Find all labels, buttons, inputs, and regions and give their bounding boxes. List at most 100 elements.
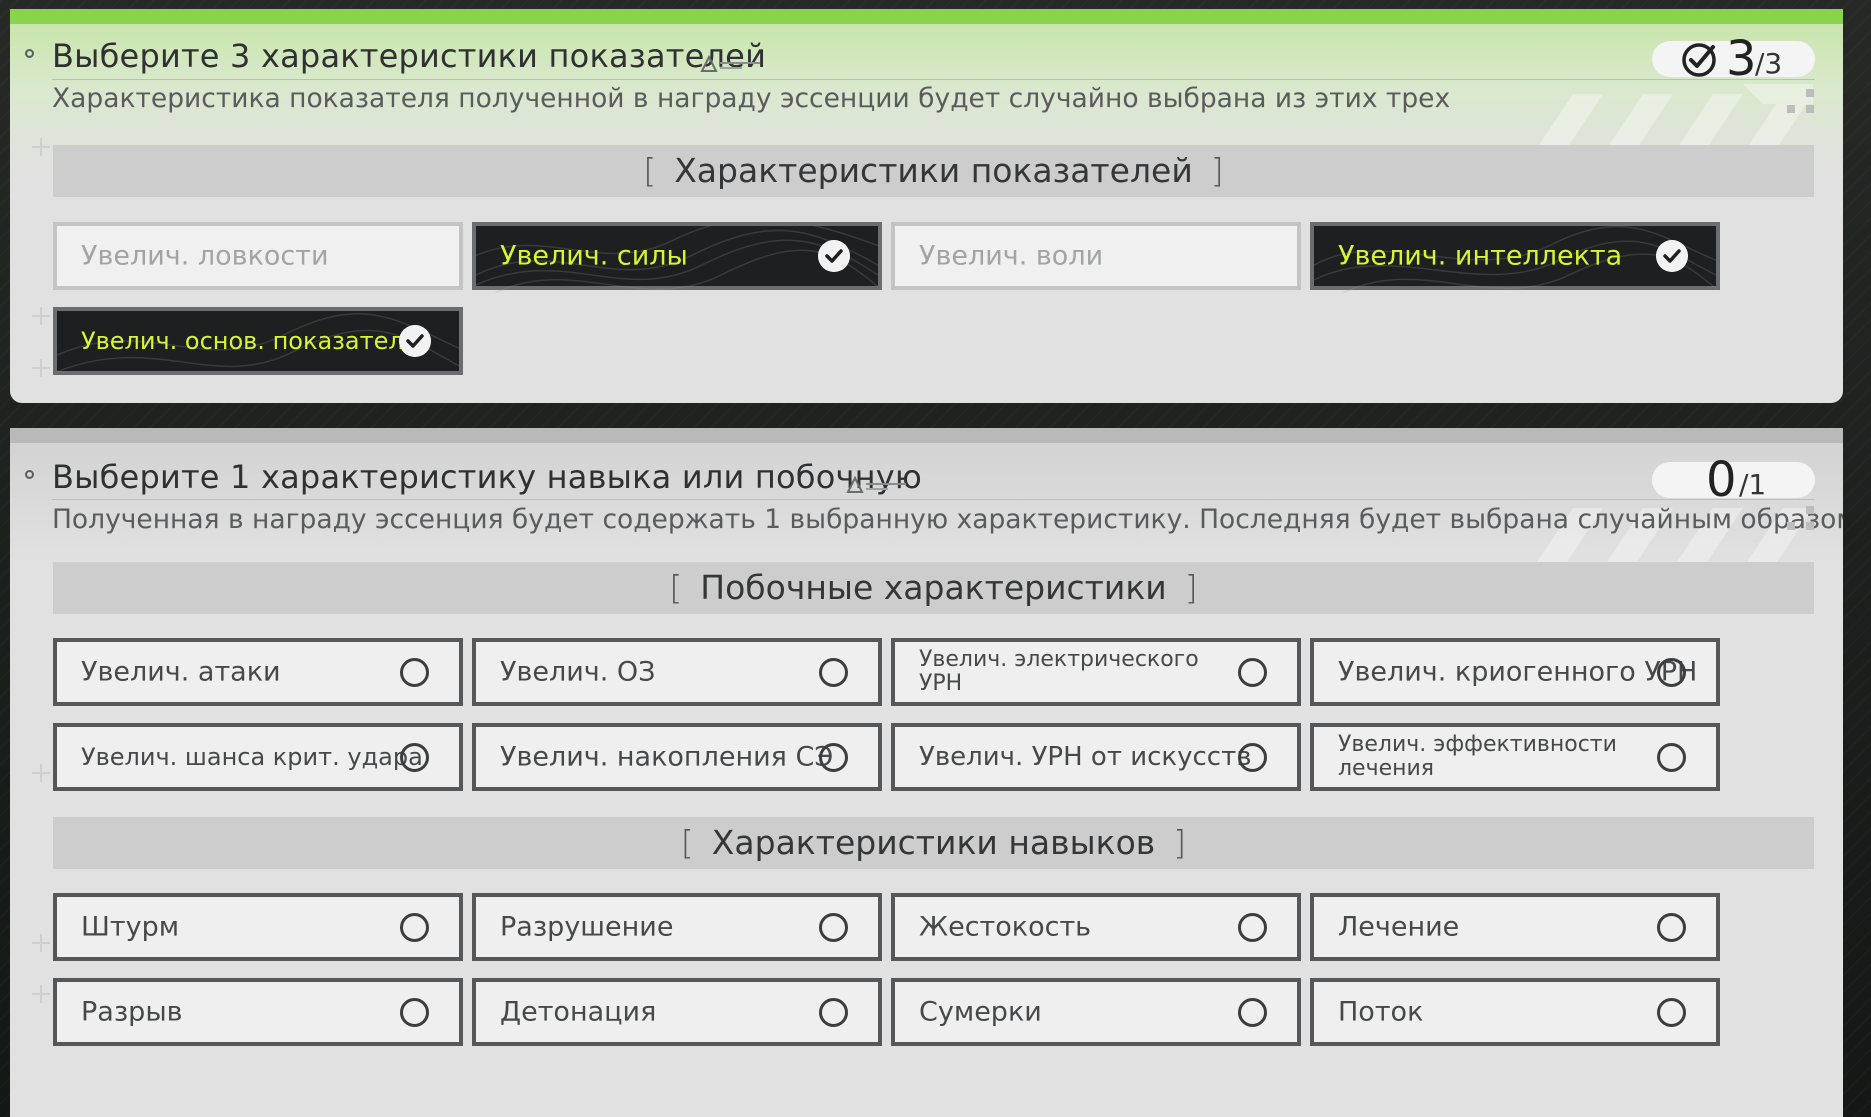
- section-title: Выберите 3 характеристики показателей: [52, 37, 767, 75]
- radio-circle-icon: [400, 912, 429, 942]
- option-label: Разрыв: [81, 996, 183, 1028]
- option-label: Увелич. эффективности лечения: [1338, 732, 1617, 781]
- selection-counter: 0 /1: [1652, 452, 1815, 508]
- option-label: Сумерки: [919, 996, 1042, 1028]
- radio-circle-icon: [1238, 742, 1267, 772]
- secondary-option-crit-rate[interactable]: Увелич. шанса крит. удара: [53, 723, 463, 791]
- secondary-option-healing-efficiency[interactable]: Увелич. эффективности лечения: [1310, 723, 1720, 791]
- bullet-icon: [25, 470, 34, 479]
- plus-mark-icon: [32, 985, 50, 1003]
- stat-attributes-panel: Выберите 3 характеристики показателей 3 …: [10, 9, 1843, 403]
- secondary-option-energy-regen[interactable]: Увелич. накопления СЭ: [472, 723, 882, 791]
- panel-accent-bar: [10, 428, 1843, 443]
- secondary-option-arts-dmg[interactable]: Увелич. УРН от искусств: [891, 723, 1301, 791]
- secondary-option-attack[interactable]: Увелич. атаки: [53, 638, 463, 706]
- mini-triangle-icon: [700, 54, 760, 72]
- plus-mark-icon: [32, 764, 50, 782]
- option-label: Увелич. накопления СЭ: [500, 741, 834, 773]
- panel-accent-bar: [10, 9, 1843, 24]
- header-divider: [52, 499, 1815, 500]
- radio-circle-icon: [1657, 657, 1686, 687]
- skill-option-rupture[interactable]: Разрыв: [53, 978, 463, 1046]
- radio-circle-icon: [819, 657, 848, 687]
- secondary-option-electric-dmg[interactable]: Увелич. электрического УРН: [891, 638, 1301, 706]
- skill-option-flow[interactable]: Поток: [1310, 978, 1720, 1046]
- stat-option-intellect[interactable]: Увелич. интеллекта: [1310, 222, 1720, 293]
- secondary-option-hp[interactable]: Увелич. ОЗ: [472, 638, 882, 706]
- option-label: Разрушение: [500, 911, 674, 943]
- bullet-icon: [25, 49, 34, 58]
- option-label: Поток: [1338, 996, 1424, 1028]
- skill-group-header: [ Характеристики навыков]: [53, 817, 1814, 869]
- option-label: Увелич. ловкости: [81, 240, 329, 272]
- skill-option-detonation[interactable]: Детонация: [472, 978, 882, 1046]
- check-icon: [818, 240, 850, 272]
- option-label: Детонация: [500, 996, 657, 1028]
- header-divider: [52, 79, 1815, 80]
- stat-group-title: Характеристики показателей: [674, 151, 1193, 190]
- option-label: Увелич. воли: [919, 240, 1104, 272]
- radio-circle-icon: [819, 997, 848, 1027]
- plus-mark-icon: [32, 138, 50, 156]
- stat-option-agility[interactable]: Увелич. ловкости: [53, 222, 463, 290]
- skill-option-twilight[interactable]: Сумерки: [891, 978, 1301, 1046]
- bracket-left: [: [643, 151, 657, 190]
- counter-current: 3: [1726, 31, 1757, 87]
- bracket-right: ]: [1210, 151, 1224, 190]
- option-label: Увелич. силы: [500, 240, 688, 272]
- radio-circle-icon: [400, 657, 429, 687]
- option-label: Увелич. интеллекта: [1338, 240, 1623, 272]
- check-circle-icon: [1682, 43, 1716, 77]
- secondary-group-header: [ Побочные характеристики]: [53, 562, 1814, 614]
- secondary-option-cryo-dmg[interactable]: Увелич. криогенного УРН: [1310, 638, 1720, 706]
- option-label: Штурм: [81, 911, 180, 943]
- skill-option-destruction[interactable]: Разрушение: [472, 893, 882, 961]
- corner-dots-icon: [1787, 89, 1814, 113]
- counter-total: /1: [1739, 468, 1767, 501]
- stat-option-main-attribute[interactable]: Увелич. основ. показателя: [53, 307, 463, 375]
- counter-total: /3: [1755, 47, 1783, 80]
- check-icon: [399, 325, 431, 357]
- plus-mark-icon: [32, 934, 50, 952]
- counter-current: 0: [1706, 452, 1737, 508]
- skill-option-healing[interactable]: Лечение: [1310, 893, 1720, 961]
- option-label: Увелич. шанса крит. удара: [81, 743, 423, 771]
- option-label: Лечение: [1338, 911, 1460, 943]
- panel-header: Выберите 1 характеристику навыка или поб…: [10, 450, 1843, 508]
- section-description: Полученная в награду эссенция будет соде…: [52, 504, 1843, 535]
- corner-dots-icon: [1787, 506, 1814, 530]
- option-label: Увелич. УРН от искусств: [919, 742, 1252, 772]
- check-icon: [1656, 240, 1688, 272]
- stat-option-will[interactable]: Увелич. воли: [891, 222, 1301, 290]
- selection-counter: 3 /3: [1652, 31, 1815, 87]
- radio-circle-icon: [1657, 912, 1686, 942]
- plus-mark-icon: [32, 359, 50, 377]
- bracket-right: ]: [1184, 568, 1198, 607]
- radio-circle-icon: [1238, 997, 1267, 1027]
- skill-group-title: Характеристики навыков: [711, 823, 1156, 862]
- bracket-left: [: [680, 823, 694, 862]
- skill-attributes-panel: Выберите 1 характеристику навыка или поб…: [10, 428, 1843, 1117]
- bracket-left: [: [669, 568, 683, 607]
- panel-header: Выберите 3 характеристики показателей 3 …: [10, 29, 1843, 87]
- radio-circle-icon: [819, 912, 848, 942]
- stat-option-strength[interactable]: Увелич. силы: [472, 222, 882, 293]
- skill-option-assault[interactable]: Штурм: [53, 893, 463, 961]
- secondary-group-title: Побочные характеристики: [700, 568, 1167, 607]
- radio-circle-icon: [400, 742, 429, 772]
- plus-mark-icon: [32, 307, 50, 325]
- radio-circle-icon: [819, 742, 848, 772]
- option-label: Увелич. атаки: [81, 656, 281, 688]
- radio-circle-icon: [1657, 742, 1686, 772]
- section-title: Выберите 1 характеристику навыка или поб…: [52, 458, 922, 496]
- bracket-right: ]: [1173, 823, 1187, 862]
- radio-circle-icon: [1238, 912, 1267, 942]
- option-label: Увелич. криогенного УРН: [1338, 656, 1698, 688]
- option-label: Жестокость: [919, 911, 1092, 943]
- radio-circle-icon: [1238, 657, 1267, 687]
- section-description: Характеристика показателя полученной в н…: [52, 83, 1451, 114]
- skill-option-cruelty[interactable]: Жестокость: [891, 893, 1301, 961]
- option-label: Увелич. электрического УРН: [919, 647, 1199, 696]
- radio-circle-icon: [400, 997, 429, 1027]
- mini-triangle-icon: [846, 475, 906, 493]
